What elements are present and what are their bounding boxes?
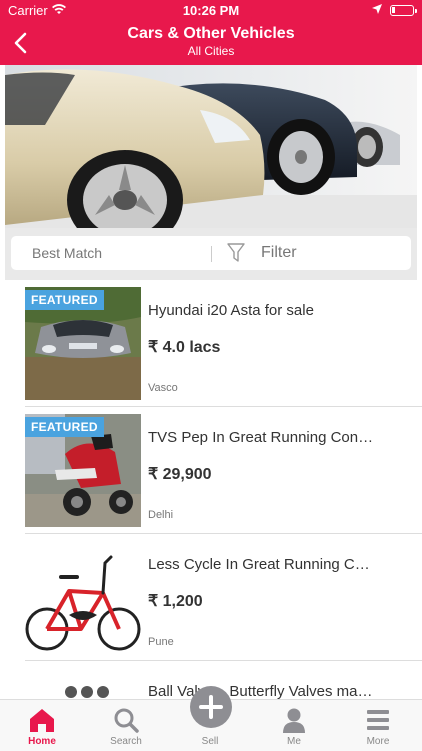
plus-icon xyxy=(199,695,223,719)
tab-more[interactable]: More xyxy=(336,700,420,751)
listing-city: Delhi xyxy=(148,509,174,521)
navigation-bar: Cars & Other Vehicles All Cities xyxy=(0,20,422,65)
listing-title: TVS Pep In Great Running Con… xyxy=(148,429,374,446)
tab-label: Me xyxy=(287,736,301,747)
listing-city: Vasco xyxy=(148,382,178,394)
sort-button[interactable]: Best Match xyxy=(32,245,102,261)
listing-price: ₹ 29,900 xyxy=(148,466,212,483)
person-icon xyxy=(283,708,305,733)
tab-label: Home xyxy=(28,736,56,747)
listing-price: ₹ 4.0 lacs xyxy=(148,339,221,356)
tab-label: More xyxy=(366,736,390,747)
location-subtitle[interactable]: All Cities xyxy=(0,44,422,58)
list-item[interactable]: FEATURED TVS Pep In Great Running Con… ₹… xyxy=(25,407,422,534)
filter-button[interactable]: Filter xyxy=(261,244,297,262)
featured-badge: FEATURED xyxy=(25,417,104,437)
divider xyxy=(211,246,212,262)
tab-search[interactable]: Search xyxy=(84,700,168,751)
sort-filter-box: Best Match Filter xyxy=(11,236,411,270)
featured-badge: FEATURED xyxy=(25,290,104,310)
listing-thumbnail xyxy=(25,668,141,699)
sell-button[interactable] xyxy=(190,686,232,728)
home-icon xyxy=(30,709,54,732)
listing-city: Pune xyxy=(148,636,174,648)
tab-label: Sell xyxy=(201,736,219,747)
listing-thumbnail: FEATURED xyxy=(25,414,141,527)
tab-home[interactable]: Home xyxy=(0,700,84,751)
listing-price: ₹ 1,200 xyxy=(148,593,203,610)
menu-icon xyxy=(367,710,389,730)
funnel-icon[interactable] xyxy=(227,243,245,263)
status-bar: Carrier 10:26 PM xyxy=(0,0,422,20)
tab-label: Search xyxy=(110,736,142,747)
listing-title: Ball Valves, Butterfly Valves ma… xyxy=(148,683,373,699)
tab-me[interactable]: Me xyxy=(252,700,336,751)
listings-list: FEATURED Hyundai i20 Asta for sale ₹ 4.0… xyxy=(0,280,422,699)
category-banner-image xyxy=(5,65,417,228)
listing-title: Less Cycle In Great Running C… xyxy=(148,556,370,573)
list-item[interactable]: Less Cycle In Great Running C… ₹ 1,200 P… xyxy=(25,534,422,661)
listing-thumbnail: FEATURED xyxy=(25,287,141,400)
battery-icon xyxy=(390,5,417,16)
listing-title: Hyundai i20 Asta for sale xyxy=(148,302,314,319)
location-arrow-icon xyxy=(372,4,382,14)
page-title: Cars & Other Vehicles xyxy=(127,25,295,42)
status-time: 10:26 PM xyxy=(182,3,240,18)
search-icon xyxy=(114,708,139,733)
sort-filter-bar: Best Match Filter xyxy=(5,228,417,280)
list-item[interactable]: FEATURED Hyundai i20 Asta for sale ₹ 4.0… xyxy=(25,280,422,407)
listing-thumbnail xyxy=(25,541,141,654)
